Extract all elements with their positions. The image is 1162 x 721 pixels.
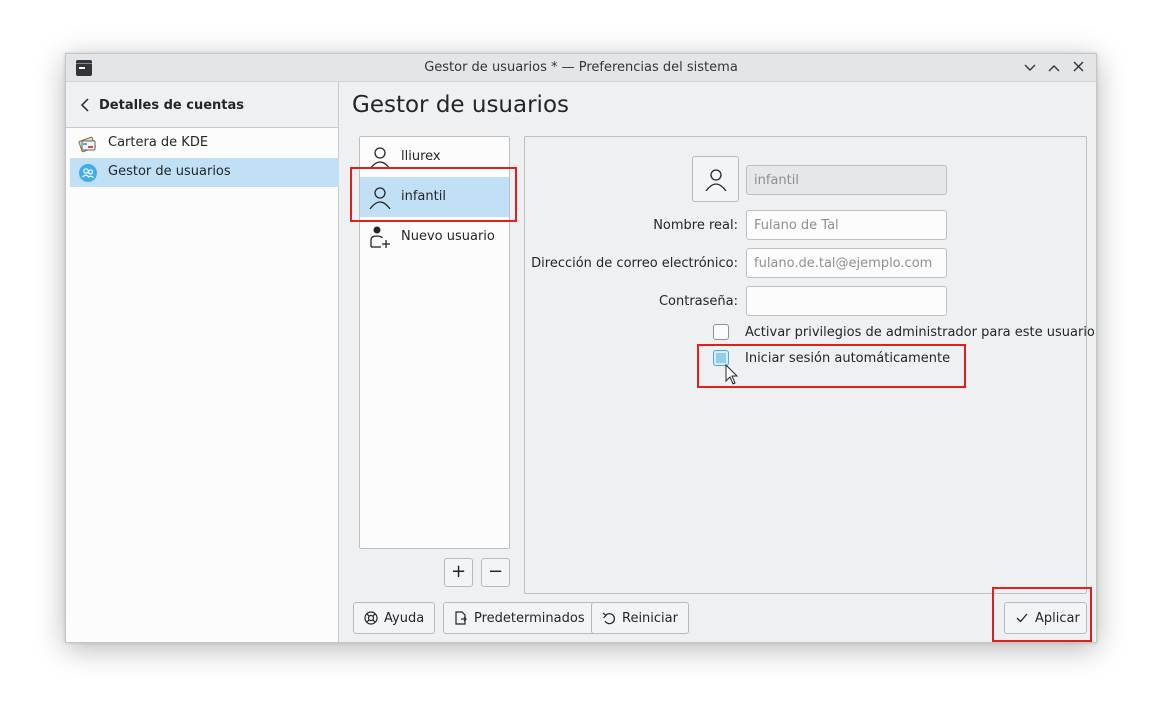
user-list-item-infantil[interactable]: infantil [360, 177, 509, 217]
user-icon [369, 147, 391, 169]
defaults-button[interactable]: Predeterminados [443, 602, 596, 634]
close-icon [1073, 61, 1083, 72]
title-bar[interactable]: Gestor de usuarios * — Preferencias del … [66, 54, 1096, 82]
sidebar-back-header[interactable]: Detalles de cuentas [66, 82, 338, 128]
sidebar-item-kde-wallet[interactable]: Cartera de KDE [70, 129, 339, 158]
apply-button[interactable]: Aplicar [1004, 602, 1087, 634]
user-list-item-label: infantil [401, 189, 446, 204]
document-revert-icon [455, 611, 467, 625]
autologin-label: Iniciar sesión automáticamente [745, 351, 951, 366]
real-name-label: Nombre real: [653, 218, 738, 233]
lifebuoy-icon [364, 611, 378, 625]
defaults-button-label: Predeterminados [474, 610, 585, 626]
sidebar-back-label: Detalles de cuentas [99, 98, 244, 113]
chevron-down-icon [1024, 64, 1036, 71]
wallet-icon [78, 136, 96, 153]
password-field[interactable] [746, 286, 947, 316]
user-list: lliurex infantil Nuevo usuario [359, 136, 510, 549]
reset-button-label: Reiniciar [622, 610, 678, 626]
user-list-item-label: lliurex [401, 149, 441, 164]
chevron-left-icon[interactable] [80, 97, 92, 113]
sidebar: Detalles de cuentas Cartera de KDE Gesto… [66, 82, 339, 642]
email-label: Dirección de correo electrónico: [531, 256, 738, 271]
real-name-field[interactable] [746, 210, 947, 240]
chevron-up-icon [1048, 65, 1060, 72]
admin-privileges-checkbox[interactable] [713, 324, 729, 340]
close-button[interactable] [1068, 58, 1088, 78]
window-title: Gestor de usuarios * — Preferencias del … [424, 60, 738, 75]
help-button[interactable]: Ayuda [353, 602, 436, 634]
sidebar-item-label: Gestor de usuarios [108, 164, 231, 179]
user-icon [705, 169, 727, 191]
mouse-cursor-icon [725, 364, 739, 385]
apply-button-label: Aplicar [1035, 610, 1080, 626]
user-list-item-lliurex[interactable]: lliurex [360, 137, 509, 177]
user-list-item-new-user[interactable]: Nuevo usuario [360, 217, 509, 257]
password-label: Contraseña: [658, 294, 738, 309]
sidebar-item-label: Cartera de KDE [108, 135, 209, 150]
minimize-button[interactable] [1020, 58, 1040, 78]
add-user-button[interactable]: + [444, 558, 473, 587]
page-title: Gestor de usuarios [352, 92, 570, 118]
maximize-button[interactable] [1044, 58, 1064, 78]
system-settings-window: Gestor de usuarios * — Preferencias del … [65, 53, 1097, 643]
admin-privileges-label: Activar privilegios de administrador par… [745, 325, 1095, 340]
email-field[interactable] [746, 248, 947, 278]
reset-button[interactable]: Reiniciar [591, 602, 689, 634]
add-user-icon [370, 226, 390, 248]
username-field[interactable] [746, 165, 947, 195]
user-details-panel: Nombre real: Dirección de correo electró… [524, 136, 1095, 594]
remove-user-button[interactable]: − [481, 558, 510, 587]
user-manager-icon [79, 164, 97, 182]
user-list-item-label: Nuevo usuario [401, 229, 495, 244]
change-avatar-button[interactable] [692, 156, 739, 202]
undo-icon [602, 612, 615, 625]
user-icon [369, 187, 391, 209]
help-button-label: Ayuda [384, 610, 425, 626]
sidebar-item-user-manager[interactable]: Gestor de usuarios [70, 158, 339, 187]
checkmark-icon [1016, 613, 1028, 623]
